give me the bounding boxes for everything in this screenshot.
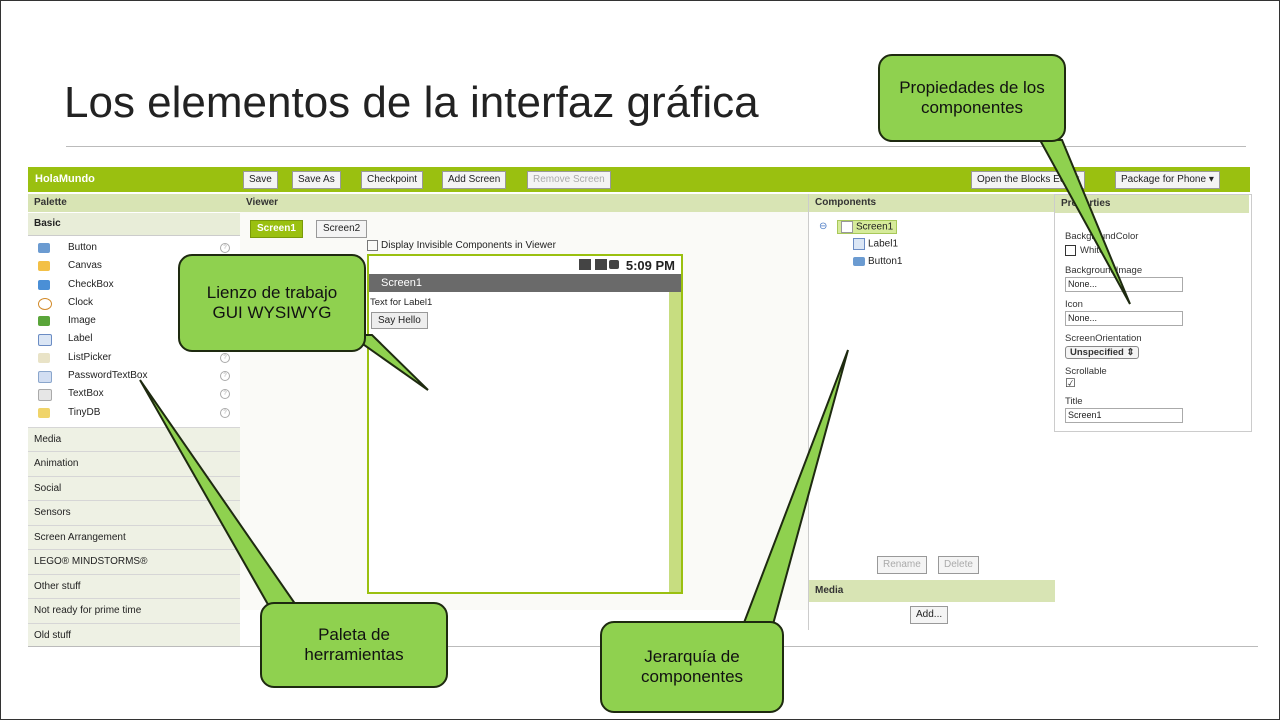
- palette-category-social[interactable]: Social: [28, 475, 240, 501]
- title-field[interactable]: Screen1: [1065, 408, 1183, 423]
- icon-field[interactable]: None...: [1065, 311, 1183, 326]
- media-header: Media: [809, 580, 1055, 602]
- slide-title: Los elementos de la interfaz gráfica: [64, 78, 759, 127]
- title-divider: [66, 146, 1246, 147]
- signal-icon: [595, 259, 607, 270]
- add-media-button[interactable]: Add...: [910, 606, 949, 624]
- display-invisible-option[interactable]: Display Invisible Components in Viewer: [367, 240, 556, 251]
- palette-category-media[interactable]: Media: [28, 426, 240, 452]
- palette-item[interactable]: TextBox?: [28, 385, 240, 403]
- rename-button[interactable]: Rename: [877, 556, 927, 574]
- button-icon: [853, 256, 865, 266]
- listpicker-icon: [38, 352, 50, 363]
- checkbox-icon: [38, 279, 50, 290]
- screen1-tab[interactable]: Screen1: [250, 220, 303, 238]
- palette-category-not-ready[interactable]: Not ready for prime time: [28, 598, 240, 623]
- palette-category-lego[interactable]: LEGO® MINDSTORMS®: [28, 549, 240, 574]
- phone-status-bar: 5:09 PM: [369, 256, 681, 274]
- properties-panel: Properties BackgroundColor White Backgro…: [1054, 194, 1252, 432]
- collapse-icon[interactable]: ⊖: [819, 221, 827, 232]
- palette-category-sensors[interactable]: Sensors: [28, 500, 240, 525]
- title-label: Title: [1065, 396, 1083, 407]
- project-name: HolaMundo: [35, 173, 95, 185]
- tree-label1[interactable]: Label1: [853, 238, 898, 250]
- palette-category-screen-arrangement[interactable]: Screen Arrangement: [28, 524, 240, 550]
- canvas-callout: Lienzo de trabajo GUI WYSIWYG: [178, 254, 366, 352]
- properties-callout: Propiedades de los componentes: [878, 54, 1066, 142]
- help-icon[interactable]: ?: [220, 389, 230, 400]
- background-color-value[interactable]: White: [1065, 245, 1104, 256]
- palette-callout: Paleta de herramientas: [260, 602, 448, 688]
- app-inventor-window: HolaMundo Save Save As Checkpoint Add Sc…: [28, 163, 1252, 648]
- say-hello-button[interactable]: Say Hello: [371, 312, 428, 329]
- tinydb-icon: [38, 407, 50, 418]
- tree-screen1[interactable]: Screen1: [837, 220, 898, 234]
- phone-clock: 5:09 PM: [625, 258, 675, 273]
- display-invisible-checkbox[interactable]: [367, 240, 378, 251]
- button-icon: [38, 243, 50, 253]
- open-blocks-editor-button[interactable]: Open the Blocks Editor: [971, 171, 1086, 189]
- label-icon: [38, 334, 52, 347]
- hierarchy-callout: Jerarquía de componentes: [600, 621, 784, 713]
- background-image-label: BackgroundImage: [1065, 265, 1143, 276]
- delete-button[interactable]: Delete: [938, 556, 979, 574]
- help-icon[interactable]: ?: [220, 243, 230, 253]
- screen-orientation-label: ScreenOrientation: [1065, 333, 1142, 344]
- help-icon[interactable]: ?: [220, 352, 230, 363]
- phone-preview: 5:09 PM Screen1 Text for Label1 Say Hell…: [367, 254, 683, 594]
- palette-category-old[interactable]: Old stuff: [28, 622, 240, 648]
- clock-icon: [38, 297, 52, 310]
- background-image-field[interactable]: None...: [1065, 277, 1183, 292]
- textbox-icon: [38, 389, 52, 402]
- palette-item[interactable]: TinyDB?: [28, 404, 240, 422]
- viewer-header: Viewer: [240, 194, 808, 212]
- components-header: Components: [809, 194, 1055, 212]
- palette-basic-header[interactable]: Basic: [28, 213, 240, 236]
- components-panel: Components ⊖ Screen1 Label1 Button1 Rena…: [808, 194, 1055, 630]
- scrollable-checkbox[interactable]: ☑: [1065, 376, 1076, 390]
- color-swatch: [1065, 245, 1076, 256]
- password-textbox-icon: [38, 371, 52, 384]
- screen-icon: [841, 221, 853, 233]
- background-color-label: BackgroundColor: [1065, 231, 1139, 242]
- battery-icon: [609, 260, 619, 269]
- phone-title-bar: Screen1: [369, 274, 681, 292]
- screen2-tab[interactable]: Screen2: [316, 220, 368, 238]
- label-icon: [853, 238, 865, 250]
- save-as-button[interactable]: Save As: [292, 171, 341, 189]
- app-toolbar: HolaMundo Save Save As Checkpoint Add Sc…: [28, 167, 1250, 192]
- checkpoint-button[interactable]: Checkpoint: [361, 171, 424, 189]
- package-for-phone-button[interactable]: Package for Phone ▾: [1115, 171, 1220, 189]
- canvas-icon: [38, 261, 50, 272]
- phone-scrollbar[interactable]: [669, 292, 681, 592]
- tree-button1[interactable]: Button1: [853, 256, 902, 267]
- add-screen-button[interactable]: Add Screen: [442, 171, 507, 189]
- network-icon: [579, 259, 591, 270]
- remove-screen-button[interactable]: Remove Screen: [527, 171, 611, 189]
- save-button[interactable]: Save: [243, 171, 278, 189]
- palette-category-other[interactable]: Other stuff: [28, 573, 240, 599]
- screen-orientation-select[interactable]: Unspecified ⇕: [1065, 346, 1140, 359]
- help-icon[interactable]: ?: [220, 371, 230, 382]
- properties-header: Properties: [1055, 195, 1249, 213]
- image-icon: [38, 316, 50, 327]
- palette-item[interactable]: PasswordTextBox?: [28, 367, 240, 385]
- palette-category-animation[interactable]: Animation: [28, 451, 240, 476]
- icon-label: Icon: [1065, 299, 1083, 310]
- label1-preview[interactable]: Text for Label1: [369, 292, 681, 308]
- palette-header: Palette: [28, 194, 240, 212]
- help-icon[interactable]: ?: [220, 407, 230, 418]
